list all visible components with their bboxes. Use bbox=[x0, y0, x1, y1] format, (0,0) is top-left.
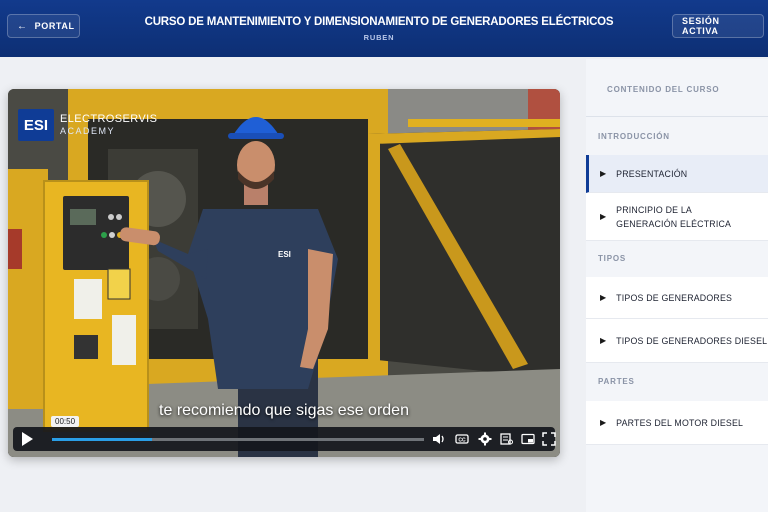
lesson-label-line1: PRINCIPIO DE LA bbox=[616, 204, 692, 215]
session-label: SESIÓN ACTIVA bbox=[682, 16, 720, 36]
play-triangle-icon: ▶ bbox=[600, 336, 607, 345]
seek-bar-progress bbox=[52, 438, 153, 441]
lesson-item-tipos-generadores[interactable]: ▶ TIPOS DE GENERADORES bbox=[586, 277, 768, 319]
play-triangle-icon: ▶ bbox=[600, 418, 607, 427]
time-tooltip: 00:50 bbox=[51, 416, 80, 427]
session-button[interactable]: SESIÓN ACTIVA bbox=[672, 14, 764, 38]
video-caption: te recomiendo que sigas ese orden bbox=[159, 402, 409, 419]
captions-icon[interactable]: CC bbox=[455, 432, 469, 446]
brand-watermark: ESI ELECTROSERVIS ACADEMY bbox=[18, 109, 157, 141]
course-content-sidebar: CONTENIDO DEL CURSO INTRODUCCIÓN ▶ PRESE… bbox=[586, 59, 768, 512]
settings-icon[interactable] bbox=[478, 432, 492, 446]
lesson-label: TIPOS DE GENERADORES DIESEL bbox=[616, 335, 768, 346]
video-controls: 00:50 CC bbox=[13, 416, 556, 451]
play-icon[interactable] bbox=[19, 431, 35, 447]
lesson-label: PRESENTACIÓN bbox=[616, 168, 688, 179]
volume-icon[interactable] bbox=[432, 432, 446, 446]
lesson-item-presentacion[interactable]: ▶ PRESENTACIÓN bbox=[586, 155, 768, 193]
user-name: RUBEN bbox=[363, 33, 395, 42]
lesson-label-line2: GENERACIÓN ELÉCTRICA bbox=[616, 218, 732, 229]
section-label-introduccion: INTRODUCCIÓN bbox=[598, 132, 670, 141]
brand-name: ELECTROSERVIS bbox=[60, 113, 158, 125]
pip-icon[interactable] bbox=[521, 432, 535, 446]
section-label-partes: PARTES bbox=[598, 377, 635, 386]
fullscreen-icon[interactable] bbox=[542, 432, 556, 446]
lesson-label: TIPOS DE GENERADORES bbox=[616, 292, 733, 303]
brand-logo: ESI bbox=[18, 109, 54, 141]
lesson-label: PARTES DEL MOTOR DIESEL bbox=[616, 417, 744, 428]
play-triangle-icon: ▶ bbox=[600, 212, 607, 221]
video-player[interactable]: ESI ESI ELECTROSERVIS ACADEMY te recomie… bbox=[8, 89, 560, 457]
transcript-icon[interactable] bbox=[500, 432, 514, 446]
section-label-tipos: TIPOS bbox=[598, 254, 627, 263]
play-triangle-icon: ▶ bbox=[600, 293, 607, 302]
portal-button[interactable]: ← PORTAL bbox=[7, 14, 80, 38]
seek-bar[interactable] bbox=[52, 438, 424, 441]
portal-label: PORTAL bbox=[34, 21, 75, 31]
shirt-logo: ESI bbox=[278, 250, 291, 259]
lesson-item-principio-generacion[interactable]: ▶ PRINCIPIO DE LA GENERACIÓN ELÉCTRICA bbox=[586, 193, 768, 241]
brand-subtitle: ACADEMY bbox=[60, 126, 116, 136]
course-title: CURSO DE MANTENIMIENTO Y DIMENSIONAMIENT… bbox=[144, 16, 614, 28]
lesson-item-partes-motor-diesel[interactable]: ▶ PARTES DEL MOTOR DIESEL bbox=[586, 401, 768, 445]
svg-text:CC: CC bbox=[458, 438, 466, 444]
sidebar-title: CONTENIDO DEL CURSO bbox=[586, 59, 768, 117]
lesson-item-tipos-generadores-diesel[interactable]: ▶ TIPOS DE GENERADORES DIESEL bbox=[586, 319, 768, 363]
arrow-left-icon: ← bbox=[17, 20, 28, 32]
top-header: ← PORTAL CURSO DE MANTENIMIENTO Y DIMENS… bbox=[0, 0, 768, 57]
play-triangle-icon: ▶ bbox=[600, 169, 607, 178]
